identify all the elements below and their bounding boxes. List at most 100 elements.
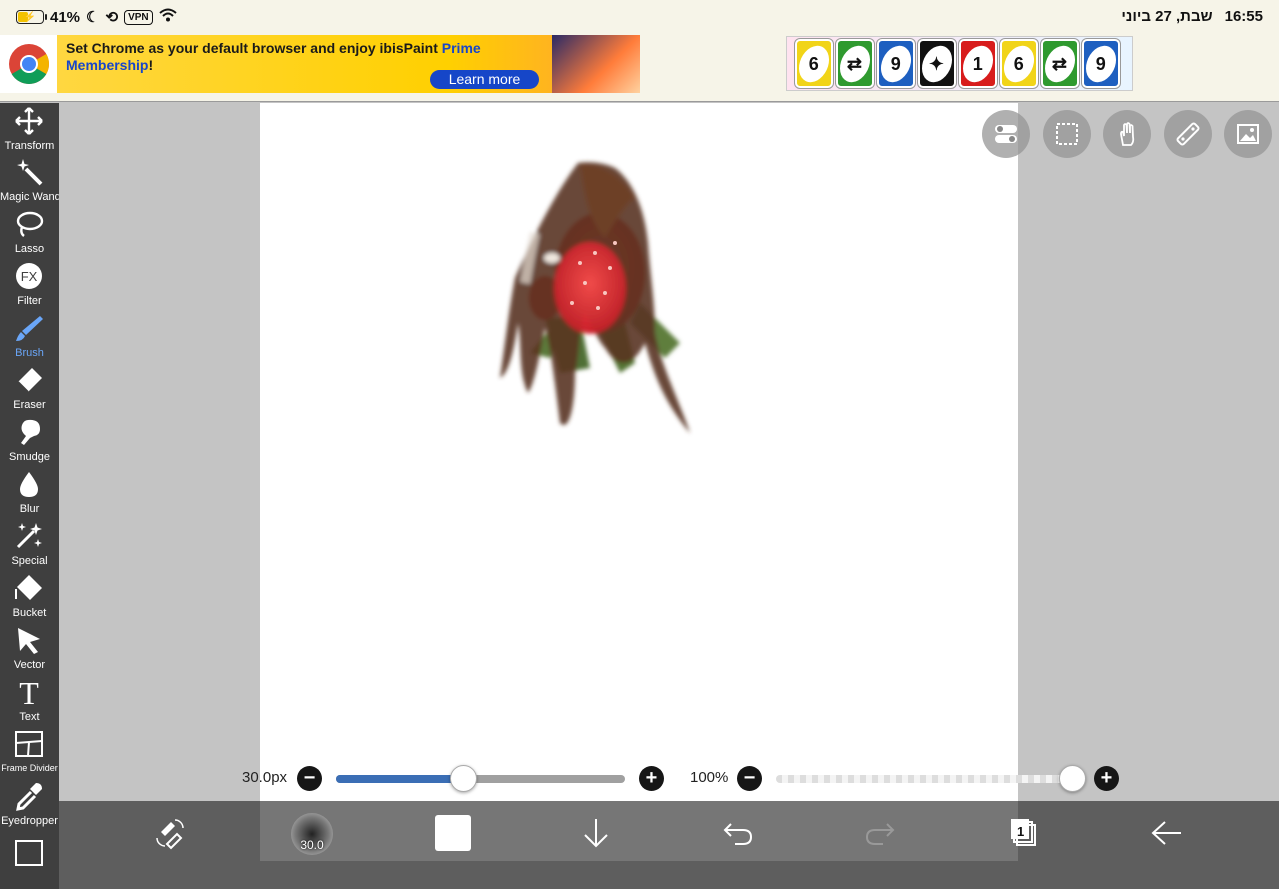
tool-text[interactable]: T Text: [0, 674, 59, 726]
blur-icon: [14, 469, 44, 499]
brush-preview-button[interactable]: 30.0: [291, 813, 333, 855]
vector-icon: [14, 625, 44, 655]
brush-size-value: 30.0px: [242, 769, 288, 786]
down-arrow-icon: [584, 819, 608, 848]
eraser-icon: [14, 365, 44, 395]
undo-button[interactable]: [718, 813, 758, 853]
battery-icon: ⚡: [16, 10, 47, 24]
tool-blur[interactable]: Blur: [0, 466, 59, 518]
drawing-canvas[interactable]: [260, 103, 1018, 860]
tool-label: Smudge: [9, 451, 50, 463]
tool-bucket[interactable]: Bucket: [0, 570, 59, 622]
ad-message: Set Chrome as your default browser and e…: [66, 40, 481, 73]
uno-card: ⇄: [1039, 39, 1081, 88]
tool-smudge[interactable]: Smudge: [0, 414, 59, 466]
tool-magic-wand[interactable]: Magic Wand: [0, 154, 61, 206]
lasso-icon: [14, 209, 44, 239]
ruler-button[interactable]: [1164, 110, 1212, 158]
uno-card-label: ⇄: [1052, 53, 1068, 73]
frame-divider-icon: [14, 729, 44, 759]
brush-size-slider-fill: [336, 775, 464, 783]
color-swatch-button[interactable]: [435, 815, 471, 851]
opacity-slider-track[interactable]: [776, 775, 1073, 783]
back-button[interactable]: [1146, 813, 1186, 853]
tool-label: Bucket: [12, 607, 47, 619]
tool-canvas[interactable]: [0, 834, 59, 886]
tool-brush[interactable]: Brush: [0, 310, 59, 362]
tool-frame-divider[interactable]: Frame Divider: [0, 726, 59, 778]
tool-lasso[interactable]: Lasso: [0, 206, 59, 258]
transform-icon: [14, 106, 44, 136]
uno-card-label: ⇄: [847, 53, 863, 73]
ad-bar: Set Chrome as your default browser and e…: [0, 34, 1279, 102]
touch-gesture-button[interactable]: [1103, 110, 1151, 158]
smudge-icon: [14, 417, 44, 447]
tool-sidebar: Transform Magic Wand Lasso FX Filter Brush Era…: [0, 103, 61, 889]
image-icon: [1237, 124, 1259, 144]
uno-card: 6: [998, 39, 1040, 88]
vpn-badge: VPN: [124, 9, 153, 25]
selection-button[interactable]: [1043, 110, 1091, 158]
brush-eraser-swap-icon: [156, 819, 184, 850]
uno-card-label: 9: [1095, 52, 1107, 73]
uno-card-label: 6: [808, 52, 820, 73]
tool-label: Text: [19, 711, 40, 723]
brush-size-increase-button[interactable]: +: [639, 766, 664, 791]
tool-transform[interactable]: Transform: [0, 103, 59, 155]
brush-icon: [14, 313, 44, 343]
redo-icon: [865, 823, 895, 845]
orientation-lock-icon: ⟲: [105, 9, 119, 26]
uno-card-label: 1: [972, 52, 984, 73]
uno-card: 6: [793, 39, 835, 88]
brush-size-slider-track[interactable]: [336, 775, 625, 783]
status-date: שבת, 27 ביוני: [1121, 8, 1213, 25]
status-time: 16:55: [1224, 8, 1263, 25]
tool-label: Eraser: [13, 399, 46, 411]
tool-label: Blur: [19, 503, 40, 515]
chrome-logo-icon: [0, 35, 57, 93]
reference-image-button[interactable]: [1224, 110, 1272, 158]
uno-card: 9: [1080, 39, 1122, 88]
filter-icon: FX: [14, 261, 44, 291]
moon-icon: ☾: [86, 9, 100, 26]
swap-tool-button[interactable]: [150, 813, 190, 853]
canvas-area[interactable]: 30.0px − + 100% − +: [59, 103, 1279, 860]
opacity-increase-button[interactable]: +: [1094, 766, 1119, 791]
tool-label: Frame Divider: [1, 763, 58, 773]
tool-label: Lasso: [14, 243, 45, 255]
toggle-panel-button[interactable]: [982, 110, 1030, 158]
learn-more-button[interactable]: Learn more: [430, 70, 539, 89]
status-datetime: שבת, 27 ביוני 16:55: [1121, 8, 1263, 25]
uno-card: 9: [875, 39, 917, 88]
status-indicators: ⚡ 41% ☾ ⟲ VPN: [16, 7, 177, 27]
battery-percent: 41%: [50, 8, 81, 26]
tool-eyedropper[interactable]: Eyedropper: [0, 778, 59, 830]
canvas-icon: [14, 837, 44, 867]
tool-label: Brush: [15, 347, 44, 359]
hand-icon: [1120, 122, 1135, 146]
uno-card: ⇄: [834, 39, 876, 88]
opacity-decrease-button[interactable]: −: [737, 766, 762, 791]
brush-size-decrease-button[interactable]: −: [297, 766, 322, 791]
tool-eraser[interactable]: Eraser: [0, 362, 59, 414]
opacity-slider-thumb[interactable]: [1059, 765, 1086, 792]
uno-ad-banner[interactable]: 6 ⇄ 9 ✦ 1 6 ⇄ 9: [786, 36, 1133, 91]
tool-label: Special: [11, 555, 48, 567]
brush-size-slider-thumb[interactable]: [450, 765, 478, 792]
tool-special[interactable]: Special: [0, 518, 59, 570]
download-button[interactable]: [576, 813, 616, 853]
tool-vector[interactable]: Vector: [0, 622, 59, 674]
tool-filter[interactable]: FX Filter: [0, 258, 59, 310]
magic-wand-icon: [14, 157, 44, 187]
tool-label: Eyedropper: [1, 815, 58, 827]
chrome-ad-banner[interactable]: Set Chrome as your default browser and e…: [0, 35, 640, 93]
uno-card: ✦: [916, 39, 958, 88]
special-icon: [14, 521, 44, 551]
redo-button[interactable]: [860, 813, 900, 853]
wifi-icon: [158, 8, 177, 26]
layers-button[interactable]: 1: [1004, 813, 1044, 853]
eyedropper-icon: [14, 781, 44, 811]
dashed-selection-icon: [1056, 123, 1078, 145]
svg-text:FX: FX: [21, 269, 38, 284]
bucket-icon: [14, 573, 44, 603]
